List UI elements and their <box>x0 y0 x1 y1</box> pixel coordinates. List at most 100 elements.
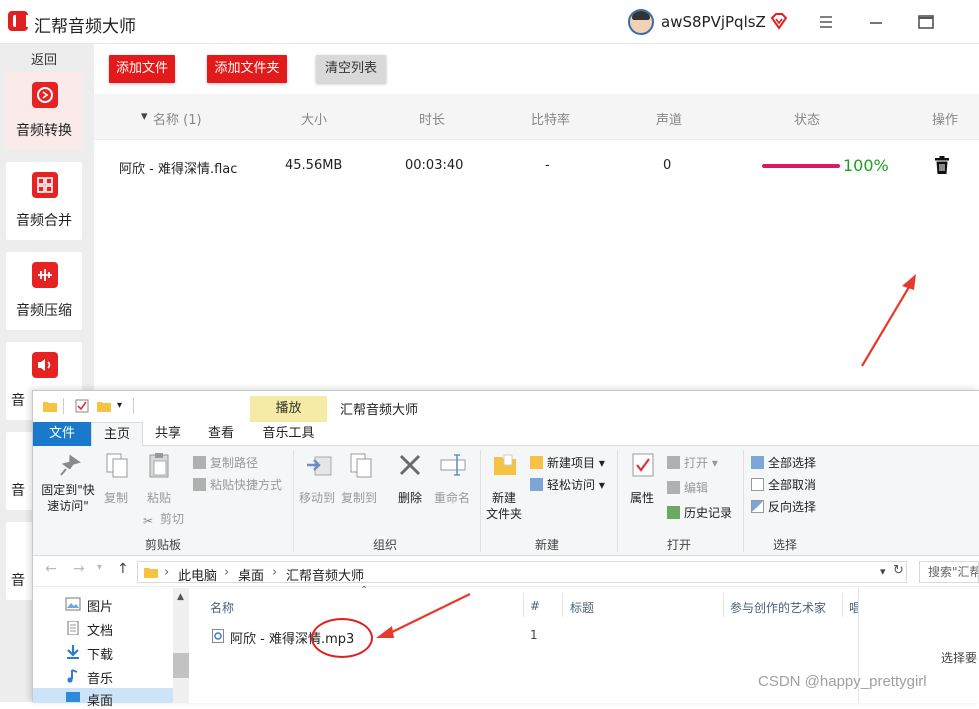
history-button[interactable]: 历史记录 <box>667 504 732 522</box>
column-header-bitrate[interactable]: 比特率 <box>531 109 570 128</box>
sidebar-item-audio-convert[interactable]: 音频转换 <box>6 72 82 150</box>
username[interactable]: awS8PVjPqlsZ <box>661 13 766 31</box>
paste-shortcut-label: 粘贴快捷方式 <box>210 478 283 492</box>
copy-button[interactable]: 复制 <box>99 490 133 506</box>
maximize-icon[interactable] <box>916 12 936 32</box>
recent-dropdown-icon[interactable]: ▾ <box>97 562 102 573</box>
nav-item-desktop[interactable]: 桌面 <box>65 690 113 709</box>
add-file-button[interactable]: 添加文件 <box>109 55 175 83</box>
menu-icon[interactable] <box>816 12 836 32</box>
nav-scrollbar-thumb[interactable] <box>173 653 189 678</box>
context-tab-group-play: 播放 <box>250 396 327 422</box>
tab-music-tools[interactable]: 音乐工具 <box>250 422 327 446</box>
address-dropdown-icon[interactable]: ▾ <box>880 565 886 578</box>
paste-button[interactable]: 粘贴 <box>141 490 177 506</box>
back-button[interactable]: 返回 <box>0 49 88 68</box>
watermark: CSDN @happy_prettygirl <box>758 673 927 690</box>
invert-selection-label: 反向选择 <box>768 500 817 514</box>
column-header-duration[interactable]: 时长 <box>419 109 445 128</box>
row-bitrate: - <box>545 158 550 173</box>
nav-item-pictures[interactable]: 图片 <box>65 596 113 615</box>
sidebar-item-audio-compress[interactable]: 音频压缩 <box>6 252 82 330</box>
column-separator <box>523 593 524 617</box>
crumb-separator-icon: › <box>164 565 170 580</box>
column-header-artists[interactable]: 参与创作的艺术家 <box>730 599 826 616</box>
avatar[interactable] <box>628 9 654 35</box>
breadcrumb-folder[interactable]: 汇帮音频大师 <box>286 565 364 584</box>
tab-share[interactable]: 共享 <box>145 422 191 446</box>
delete-button[interactable]: 删除 <box>393 490 427 506</box>
add-folder-button[interactable]: 添加文件夹 <box>207 55 287 83</box>
invert-selection-button[interactable]: 反向选择 <box>751 498 816 516</box>
scroll-up-icon[interactable]: ▲ <box>177 592 184 602</box>
row-duration: 00:03:40 <box>405 158 464 173</box>
column-header-size[interactable]: 大小 <box>301 109 327 128</box>
new-folder-icon[interactable] <box>97 399 111 413</box>
forward-arrow-icon[interactable]: → <box>73 561 85 577</box>
select-none-button[interactable]: 全部取消 <box>751 476 816 494</box>
nav-scrollbar[interactable] <box>173 588 189 703</box>
properties-button[interactable]: 属性 <box>625 490 659 506</box>
copy-to-button[interactable]: 复制到 <box>339 490 379 506</box>
column-header-channels[interactable]: 声道 <box>656 109 682 128</box>
app-title: 汇帮音频大师 <box>34 17 136 37</box>
breadcrumb-desktop[interactable]: 桌面 <box>238 565 264 584</box>
explorer-title-bar: ▾ 播放 汇帮音频大师 <box>33 391 979 422</box>
select-all-button[interactable]: 全部选择 <box>751 454 816 472</box>
ribbon-tabs: 文件 主页 共享 查看 音乐工具 <box>33 422 979 446</box>
refresh-icon[interactable]: ↻ <box>893 563 904 578</box>
back-arrow-icon[interactable]: ← <box>45 561 57 577</box>
rename-button[interactable]: 重命名 <box>431 490 473 506</box>
new-folder-button[interactable]: 新建 文件夹 <box>483 490 525 522</box>
column-header-name[interactable]: 名称 <box>210 599 234 616</box>
column-header-number[interactable]: # <box>530 599 540 613</box>
column-header-title[interactable]: 标题 <box>570 599 594 616</box>
copy-path-button[interactable]: 复制路径 <box>193 454 258 472</box>
nav-item-music[interactable]: 音乐 <box>65 668 113 687</box>
paste-shortcut-icon <box>193 478 206 491</box>
copy-to-icon <box>347 451 375 479</box>
search-input[interactable]: 搜索"汇帮 <box>919 561 979 583</box>
row-channels: 0 <box>663 158 672 173</box>
breadcrumb-this-pc[interactable]: 此电脑 <box>178 565 217 584</box>
properties-icon <box>629 451 657 479</box>
title-bar: 汇帮音频大师 awS8PVjPqlsZ <box>0 0 979 44</box>
tab-view[interactable]: 查看 <box>198 422 244 446</box>
pin-quick-access-button[interactable]: 固定到"快速访问" <box>39 482 97 514</box>
new-item-button[interactable]: 新建项目 ▾ <box>530 454 605 472</box>
minimize-icon[interactable] <box>866 12 886 32</box>
cut-button[interactable]: ✂ 剪切 <box>143 510 184 528</box>
properties-check-icon[interactable] <box>75 399 89 413</box>
move-to-button[interactable]: 移动到 <box>297 490 337 506</box>
nav-item-label: 图片 <box>87 600 114 615</box>
trash-icon[interactable] <box>934 156 950 174</box>
copy-path-icon <box>193 456 206 469</box>
customize-qat-icon[interactable]: ▾ <box>117 399 131 413</box>
ribbon: 固定到"快速访问" 复制 粘贴 复制路径 粘贴快捷方式 ✂ 剪切 剪贴板 移动到 … <box>33 446 979 556</box>
column-separator <box>723 593 724 617</box>
tab-file[interactable]: 文件 <box>33 422 91 446</box>
up-arrow-icon[interactable]: ↑ <box>117 561 129 577</box>
open-button[interactable]: 打开 ▾ <box>667 454 718 472</box>
nav-item-downloads[interactable]: 下载 <box>65 644 113 663</box>
table-header: ▾ 名称 (1) 大小 时长 比特率 声道 状态 操作 <box>94 94 979 140</box>
sidebar-item-audio-merge[interactable]: 音频合并 <box>6 162 82 240</box>
tab-home[interactable]: 主页 <box>91 422 143 446</box>
audio-volume-icon <box>32 352 58 378</box>
nav-item-documents[interactable]: 文档 <box>65 620 113 639</box>
address-bar[interactable]: › 此电脑 › 桌面 › 汇帮音频大师 ▾ <box>137 561 907 584</box>
navigation-pane: 图片 文档 下载 音乐 桌面 ▲ <box>33 588 189 709</box>
crumb-separator-icon: › <box>272 565 278 580</box>
easy-access-button[interactable]: 轻松访问 ▾ <box>530 476 605 494</box>
clear-list-button[interactable]: 清空列表 <box>316 55 386 83</box>
edit-button[interactable]: 编辑 <box>667 479 708 497</box>
easy-access-icon <box>530 478 543 491</box>
crumb-separator-icon: › <box>224 565 230 580</box>
download-icon <box>65 645 81 659</box>
column-header-name[interactable]: 名称 (1) <box>153 109 202 128</box>
sort-desc-icon[interactable]: ▾ <box>141 109 148 124</box>
vip-diamond-icon[interactable] <box>770 12 788 30</box>
column-separator <box>562 593 563 617</box>
paste-shortcut-button[interactable]: 粘贴快捷方式 <box>193 476 282 494</box>
delete-x-icon <box>396 451 424 479</box>
